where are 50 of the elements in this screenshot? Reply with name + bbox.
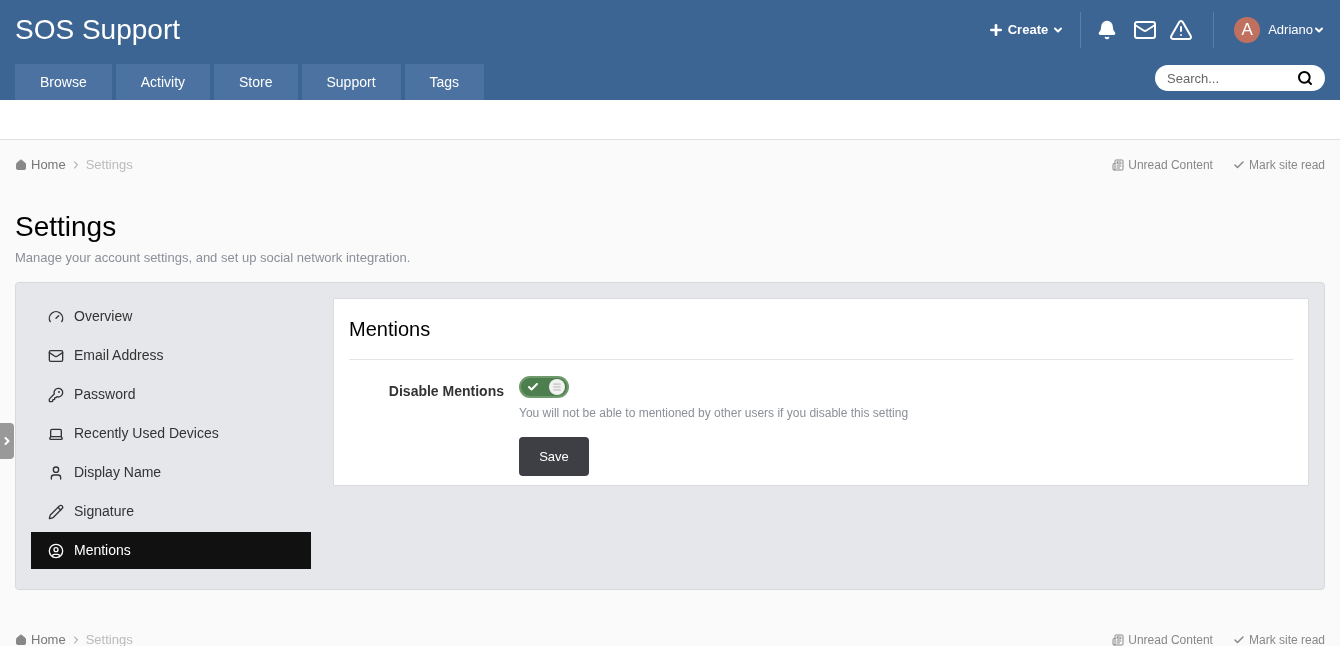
page-subtitle: Manage your account settings, and set up social network integration. <box>15 248 412 267</box>
nav-tab[interactable]: Browse <box>15 64 112 100</box>
search-icon[interactable] <box>1297 70 1313 86</box>
nav-tab[interactable]: Support <box>301 64 401 100</box>
person-icon <box>48 464 64 481</box>
breadcrumb-link[interactable]: Home <box>31 155 66 175</box>
search-field[interactable]: Search... <box>1155 65 1325 91</box>
check-icon <box>527 381 539 393</box>
gauge-icon <box>48 308 64 325</box>
side-drawer-tab[interactable] <box>0 423 14 459</box>
check-icon <box>1232 158 1245 171</box>
setting-label: Disable Mentions <box>387 382 505 401</box>
sidebar-item[interactable]: Email Address <box>31 337 311 374</box>
mark-read-link[interactable]: Mark site read <box>1232 155 1325 174</box>
breadcrumb-link[interactable]: Home <box>31 630 66 646</box>
envelope-icon[interactable] <box>1133 18 1158 42</box>
user-avatar[interactable]: A <box>1234 17 1261 43</box>
sidebar-item[interactable]: Overview <box>31 298 311 335</box>
toggle-thumb <box>549 379 565 395</box>
sidebar-item[interactable]: Display Name <box>31 454 311 491</box>
create-button[interactable]: Create <box>987 20 1081 40</box>
toggle-switch[interactable] <box>519 376 569 398</box>
nav-tab[interactable]: Tags <box>404 64 485 100</box>
bell-icon[interactable] <box>1097 20 1118 40</box>
card-title: Mentions <box>349 299 1293 360</box>
plus-icon <box>987 22 1004 38</box>
unread-content-link[interactable]: Unread Content <box>1112 630 1213 646</box>
user-circle-icon <box>48 542 64 559</box>
unread-content-link[interactable]: Unread Content <box>1112 155 1213 174</box>
envelope-icon <box>48 347 64 364</box>
site-title[interactable]: SOS Support <box>15 9 180 51</box>
sidebar-item[interactable]: Signature <box>31 493 311 530</box>
sidebar-item[interactable]: Mentions <box>31 532 311 569</box>
user-menu-button[interactable]: Adriano <box>1268 20 1325 40</box>
page-title: Settings <box>15 209 118 244</box>
newspaper-icon <box>1112 158 1125 171</box>
pencil-icon <box>48 503 64 520</box>
key-icon <box>48 386 64 403</box>
check-icon <box>1232 633 1245 646</box>
save-button[interactable]: Save <box>519 437 589 476</box>
mark-read-link[interactable]: Mark site read <box>1232 630 1325 646</box>
setting-hint: You will not be able to mentioned by other users if you disable this setting <box>519 405 909 422</box>
home-icon <box>15 158 27 171</box>
nav-tab[interactable]: Store <box>214 64 298 100</box>
sidebar-item[interactable]: Recently Used Devices <box>31 415 311 452</box>
warning-icon[interactable] <box>1169 18 1194 42</box>
nav-tab[interactable]: Activity <box>115 64 211 100</box>
sidebar-item[interactable]: Password <box>31 376 311 413</box>
newspaper-icon <box>1112 633 1125 646</box>
home-icon <box>15 633 27 646</box>
